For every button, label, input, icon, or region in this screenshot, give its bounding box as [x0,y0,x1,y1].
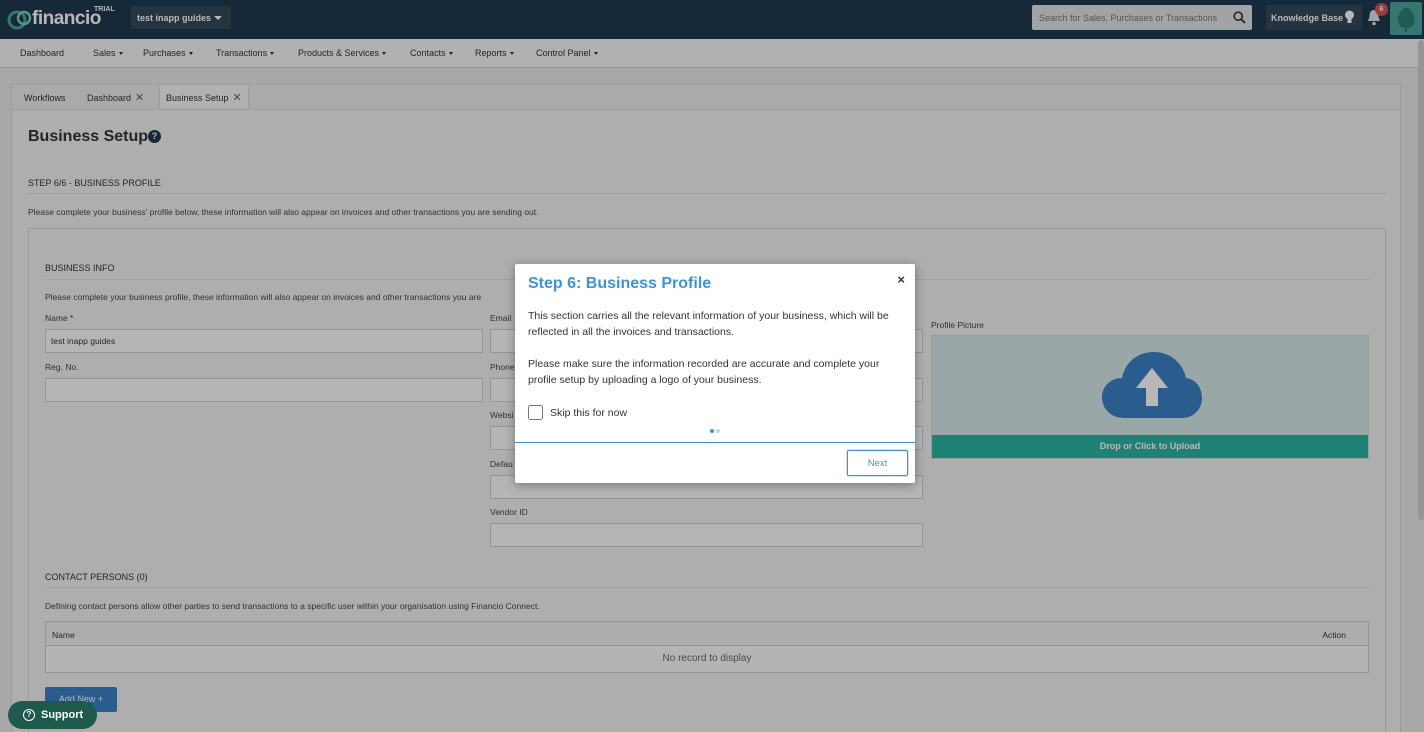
support-label: Support [41,709,84,721]
skip-checkbox[interactable] [528,405,543,420]
modal-title: Step 6: Business Profile [528,275,712,292]
question-icon: ? [23,709,35,721]
close-icon[interactable]: × [897,272,905,287]
step-progress-dots [710,429,722,433]
next-button[interactable]: Next [847,450,908,476]
modal-paragraph-1: This section carries all the relevant in… [528,310,889,338]
guide-modal: Step 6: Business Profile × This section … [515,264,915,483]
skip-label: Skip this for now [550,406,628,419]
progress-dot-active [710,429,714,433]
progress-dot [716,429,720,433]
divider [515,442,915,443]
skip-option[interactable]: Skip this for now [528,405,627,420]
modal-paragraph-2: Please make sure the information recorde… [528,358,880,386]
support-button[interactable]: ? Support [8,701,97,729]
